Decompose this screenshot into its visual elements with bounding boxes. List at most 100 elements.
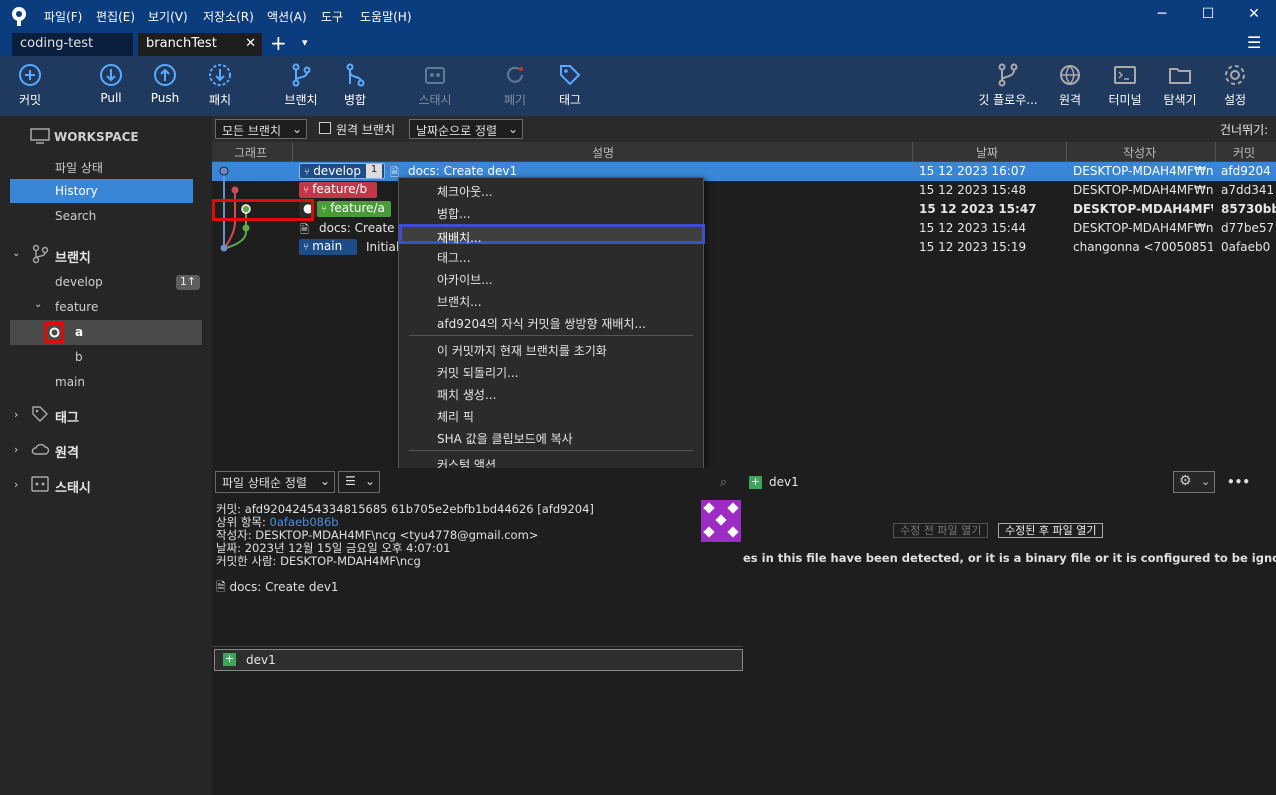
pull-button[interactable]: Pull <box>95 62 127 105</box>
table-row[interactable]: 🗎 docs: Create a 15 12 2023 15:44 DESKTO… <box>212 219 1276 238</box>
close-window-button[interactable]: ✕ <box>1242 6 1266 26</box>
history-label: History <box>55 184 98 198</box>
menu-item-tag[interactable]: 태그... <box>437 249 471 266</box>
chevron-right-icon[interactable]: › <box>14 478 18 491</box>
sidebar-item-feature-b[interactable]: b <box>75 350 83 364</box>
column-author[interactable]: 작성자 <box>1123 144 1156 161</box>
explorer-button[interactable]: 탐색기 <box>1160 62 1200 108</box>
chevron-right-icon[interactable]: › <box>14 408 18 421</box>
column-graph[interactable]: 그래프 <box>234 144 267 161</box>
commit-button[interactable]: 커밋 <box>14 62 46 108</box>
diff-settings-dropdown[interactable]: ⚙ ⌄ <box>1173 471 1215 493</box>
tags-heading[interactable]: 태그 <box>55 407 79 426</box>
hamburger-menu-icon[interactable]: ☰ <box>1247 33 1261 52</box>
branch-button[interactable]: 브랜치 <box>281 62 321 108</box>
menu-item-rebase-children[interactable]: afd9204의 자식 커밋을 쌍방향 재배치... <box>437 315 646 332</box>
chevron-right-icon[interactable]: › <box>14 443 18 456</box>
menu-item-checkout[interactable]: 체크아웃... <box>437 183 493 200</box>
branch-badge-label: feature/b <box>312 182 368 196</box>
push-label: Push <box>150 91 180 105</box>
sidebar-item-search[interactable]: Search <box>55 209 96 223</box>
menu-item-cherry-pick[interactable]: 체리 픽 <box>437 408 474 425</box>
add-tab-button[interactable]: + <box>270 31 287 55</box>
remote-branch-checkbox[interactable] <box>319 122 331 134</box>
tab-branchtest[interactable]: branchTest ✕ <box>138 33 262 56</box>
remote-label: 원격 <box>1058 93 1082 107</box>
graph-node <box>242 224 250 232</box>
sidebar-item-feature[interactable]: feature <box>55 300 98 314</box>
file-sort-dropdown[interactable]: 파일 상태순 정렬 ⌄ <box>215 471 335 493</box>
globe-icon <box>1060 65 1080 85</box>
column-date[interactable]: 날짜 <box>976 144 998 161</box>
open-after-button[interactable]: 수정된 후 파일 열기 <box>998 523 1104 538</box>
branch-icon <box>292 63 311 87</box>
title-bar: 파일(F) 편집(E) 보기(V) 저장소(R) 액션(A) 도구 도움말(H)… <box>0 0 1276 32</box>
branch-badge-label: develop <box>313 164 361 178</box>
branch-filter-label: 모든 브랜치 <box>222 124 282 138</box>
sidebar-item-develop[interactable]: develop <box>55 275 103 289</box>
remotes-heading[interactable]: 원격 <box>55 442 79 461</box>
menu-item-archive[interactable]: 아카이브... <box>437 271 493 288</box>
commit-author: DESKTOP-MDAH4MF₩n <box>1073 202 1213 216</box>
fetch-button[interactable]: 패치 <box>204 62 236 108</box>
maximize-button[interactable]: ☐ <box>1196 6 1220 26</box>
search-icon[interactable]: ⌕ <box>720 475 727 490</box>
view-mode-dropdown[interactable]: ☰ ⌄ <box>338 471 380 493</box>
sidebar-item-history[interactable]: History <box>10 179 193 203</box>
menu-item-branch[interactable]: 브랜치... <box>437 293 482 310</box>
menu-item-reset[interactable]: 이 커밋까지 현재 브랜치를 초기화 <box>437 342 607 359</box>
minimize-button[interactable]: ─ <box>1150 6 1174 26</box>
menu-view[interactable]: 보기(V) <box>148 8 188 25</box>
avatar <box>701 500 741 542</box>
menu-item-rebase[interactable]: 재배치... <box>399 224 705 245</box>
menu-item-revert[interactable]: 커밋 되돌리기... <box>437 364 519 381</box>
table-row[interactable]: ⑂ feature/b 15 12 2023 15:48 DESKTOP-MDA… <box>212 181 1276 200</box>
gitflow-button[interactable]: 깃 플로우... <box>975 62 1041 108</box>
commit-message: 🗎 docs: Create dev1 <box>216 578 339 599</box>
menu-tools[interactable]: 도구 <box>321 8 343 25</box>
terminal-label: 터미널 <box>1108 93 1142 107</box>
terminal-button[interactable]: 터미널 <box>1105 62 1145 108</box>
menu-repository[interactable]: 저장소(R) <box>203 8 254 25</box>
stashes-heading[interactable]: 스태시 <box>55 477 91 496</box>
tab-dropdown-icon[interactable]: ▾ <box>302 36 308 49</box>
column-description[interactable]: 설명 <box>592 144 614 161</box>
sidebar-item-feature-a[interactable]: a <box>10 320 202 345</box>
branch-filter-dropdown[interactable]: 모든 브랜치 ⌄ <box>215 119 307 139</box>
stash-button[interactable]: 스태시 <box>414 62 456 108</box>
sort-dropdown[interactable]: 날짜순으로 정렬 ⌄ <box>409 119 523 139</box>
list-icon: ☰ <box>345 474 356 488</box>
discard-button[interactable]: 폐기 <box>500 62 530 108</box>
settings-label: 설정 <box>1223 93 1247 107</box>
push-button[interactable]: Push <box>148 62 182 105</box>
branches-heading[interactable]: 브랜치 <box>55 247 91 266</box>
close-tab-icon[interactable]: ✕ <box>245 36 256 51</box>
tag-button[interactable]: 태그 <box>555 62 585 108</box>
tab-coding-test[interactable]: coding-test <box>12 33 133 56</box>
file-list-item[interactable]: + dev1 <box>214 649 743 671</box>
remote-button[interactable]: 원격 <box>1056 62 1084 108</box>
sidebar-item-file-status[interactable]: 파일 상태 <box>55 159 103 176</box>
highlight-box <box>212 199 314 221</box>
menu-actions[interactable]: 액션(A) <box>267 8 307 25</box>
chevron-down-icon[interactable]: ⌄ <box>34 299 42 310</box>
table-row[interactable]: ● ⑂ feature/a 15 12 2023 15:47 DESKTOP-M… <box>212 200 1276 219</box>
table-row[interactable]: ⑂ main Initial 15 12 2023 15:19 changonn… <box>212 238 1276 257</box>
sourcetree-logo-icon <box>12 7 26 26</box>
chevron-down-icon[interactable]: ⌄ <box>12 248 20 259</box>
more-options-icon[interactable]: ••• <box>1227 475 1250 489</box>
menu-help[interactable]: 도움말(H) <box>360 8 412 25</box>
settings-button[interactable]: 설정 <box>1220 62 1250 108</box>
menu-item-merge[interactable]: 병합... <box>437 205 471 222</box>
merge-label: 병합 <box>343 93 367 107</box>
chevron-down-icon: ⌄ <box>291 122 302 136</box>
merge-button[interactable]: 병합 <box>340 62 370 108</box>
menu-edit[interactable]: 편집(E) <box>96 8 135 25</box>
menu-file[interactable]: 파일(F) <box>44 8 82 25</box>
table-row[interactable]: ⑂ develop 1 🗎 docs: Create dev1 15 12 20… <box>212 162 1276 181</box>
open-before-button[interactable]: 수정 전 파일 열기 <box>893 523 989 538</box>
column-commit[interactable]: 커밋 <box>1233 144 1255 161</box>
menu-item-copy-sha[interactable]: SHA 값을 클립보드에 복사 <box>437 430 573 447</box>
menu-item-create-patch[interactable]: 패치 생성... <box>437 386 496 403</box>
sidebar-item-main[interactable]: main <box>55 375 85 389</box>
